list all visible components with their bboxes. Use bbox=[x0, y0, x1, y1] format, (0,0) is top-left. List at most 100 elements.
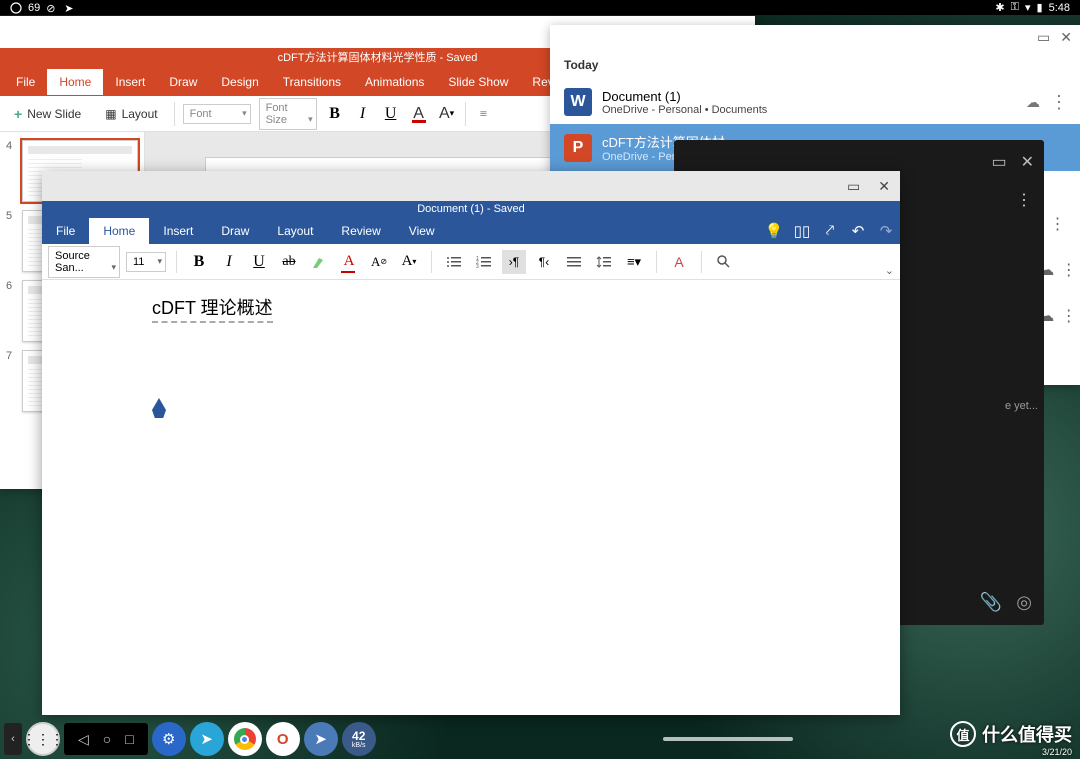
undo-icon[interactable]: ↶ bbox=[844, 222, 872, 240]
taskbar-chrome-icon[interactable] bbox=[228, 722, 262, 756]
word-window: ▭ ✕ Document (1) - Saved File Home Inser… bbox=[42, 171, 900, 715]
reading-icon[interactable]: ▯▯ bbox=[788, 222, 816, 240]
indent-ltr-button[interactable]: ¶‹ bbox=[532, 250, 556, 274]
taskbar-office-icon[interactable]: O bbox=[266, 722, 300, 756]
bold-button[interactable]: B bbox=[187, 250, 211, 274]
nav-recent-icon[interactable]: □ bbox=[125, 731, 133, 747]
ppt-tab-insert[interactable]: Insert bbox=[103, 69, 157, 95]
underline-button[interactable]: U bbox=[247, 250, 271, 274]
bullets-button[interactable] bbox=[442, 250, 466, 274]
text-cursor-handle[interactable] bbox=[152, 398, 166, 418]
word-tab-layout[interactable]: Layout bbox=[263, 218, 327, 244]
italic-button[interactable]: I bbox=[217, 250, 241, 274]
new-slide-label: New Slide bbox=[27, 107, 81, 121]
font-color-button[interactable]: A bbox=[409, 104, 429, 124]
word-tab-view[interactable]: View bbox=[395, 218, 449, 244]
status-battery-pct: 69 bbox=[28, 2, 40, 14]
ppt-tab-slideshow[interactable]: Slide Show bbox=[436, 69, 520, 95]
close-icon[interactable]: ✕ bbox=[1021, 152, 1034, 172]
word-tab-draw[interactable]: Draw bbox=[207, 218, 263, 244]
cloud-icon[interactable]: ☁ bbox=[1026, 94, 1040, 111]
camera-icon[interactable]: ◎ bbox=[1016, 592, 1032, 613]
underline-button[interactable]: U bbox=[381, 104, 401, 124]
gesture-handle[interactable] bbox=[663, 737, 793, 741]
font-color-button[interactable]: A bbox=[337, 250, 361, 274]
ribbon-expand-icon[interactable]: ⌄ bbox=[885, 264, 894, 277]
ppt-tab-file[interactable]: File bbox=[4, 69, 47, 95]
ppt-doc-icon: P bbox=[564, 134, 592, 162]
paragraph-button[interactable]: ≡▾ bbox=[622, 250, 646, 274]
thumb-number: 5 bbox=[6, 210, 16, 272]
apps-drawer-button[interactable]: ⋮⋮⋮ bbox=[26, 722, 60, 756]
minimize-icon[interactable]: ▭ bbox=[991, 152, 1006, 172]
ppt-tab-transitions[interactable]: Transitions bbox=[271, 69, 353, 95]
ribbon-separator bbox=[176, 251, 177, 273]
share-icon[interactable]: ⤤ bbox=[816, 222, 844, 239]
highlight-button[interactable] bbox=[307, 250, 331, 274]
taskbar-netspeed[interactable]: 42kB/s bbox=[342, 722, 376, 756]
restore-icon[interactable]: ▭ bbox=[847, 178, 860, 195]
more-icon[interactable]: ⋮ bbox=[1061, 306, 1077, 326]
more-icon[interactable]: ⋮ bbox=[1050, 93, 1066, 111]
word-page[interactable]: cDFT 理论概述 bbox=[42, 280, 900, 432]
word-tabs: File Home Insert Draw Layout Review View… bbox=[42, 217, 900, 244]
nav-back-icon[interactable]: ◁ bbox=[78, 731, 89, 748]
styles-button[interactable]: A bbox=[667, 250, 691, 274]
more-icon[interactable]: ⋮ bbox=[1061, 260, 1077, 280]
align-button[interactable] bbox=[562, 250, 586, 274]
bullets-button[interactable]: ≡ bbox=[474, 104, 494, 124]
bold-button[interactable]: B bbox=[325, 104, 345, 124]
font-dropdown[interactable]: Font bbox=[183, 104, 251, 124]
font-name-dropdown[interactable]: Source San... bbox=[48, 246, 120, 278]
search-button[interactable] bbox=[712, 250, 736, 274]
taskbar-send-icon[interactable]: ➤ bbox=[304, 722, 338, 756]
ppt-tab-design[interactable]: Design bbox=[209, 69, 270, 95]
close-icon[interactable]: ✕ bbox=[1060, 29, 1072, 46]
ppt-tab-home[interactable]: Home bbox=[47, 69, 103, 95]
word-tab-home[interactable]: Home bbox=[89, 218, 149, 244]
bluetooth-icon: ✱ bbox=[995, 1, 1004, 14]
word-tab-review[interactable]: Review bbox=[327, 218, 394, 244]
word-content-text[interactable]: cDFT 理论概述 bbox=[152, 294, 273, 323]
new-slide-button[interactable]: +New Slide bbox=[6, 102, 89, 126]
word-tab-file[interactable]: File bbox=[42, 218, 89, 244]
italic-button[interactable]: I bbox=[353, 104, 373, 124]
nav-home-icon[interactable]: ○ bbox=[103, 731, 111, 747]
recent-doc-word[interactable]: W Document (1) OneDrive - Personal • Doc… bbox=[550, 80, 1080, 124]
font-color-arrow[interactable]: A▾ bbox=[397, 250, 421, 274]
recent-title: Document (1) bbox=[602, 89, 1016, 104]
word-titlebar[interactable]: Document (1) - Saved bbox=[42, 201, 900, 217]
font-size-dropdown[interactable]: Font Size bbox=[259, 98, 317, 130]
line-spacing-button[interactable] bbox=[592, 250, 616, 274]
dnd-icon: ⊘ bbox=[46, 2, 58, 14]
status-time: 5:48 bbox=[1049, 2, 1070, 14]
ppt-tab-draw[interactable]: Draw bbox=[157, 69, 209, 95]
svg-text:3: 3 bbox=[476, 264, 479, 269]
font-size-dropdown[interactable]: 11 bbox=[126, 252, 166, 272]
lightbulb-icon[interactable]: 💡 bbox=[760, 222, 788, 240]
numbering-button[interactable]: 123 bbox=[472, 250, 496, 274]
word-tab-insert[interactable]: Insert bbox=[149, 218, 207, 244]
indent-rtl-button[interactable]: ›¶ bbox=[502, 250, 526, 274]
ribbon-separator bbox=[174, 102, 175, 126]
thumb-number: 7 bbox=[6, 350, 16, 412]
recent-sub: OneDrive - Personal • Documents bbox=[602, 104, 1016, 116]
close-icon[interactable]: ✕ bbox=[878, 178, 890, 195]
thumb-number: 4 bbox=[6, 140, 16, 202]
highlight-button[interactable]: A▾ bbox=[437, 104, 457, 124]
taskbar-telegram-icon[interactable]: ➤ bbox=[190, 722, 224, 756]
clear-format-button[interactable]: A⊘ bbox=[367, 250, 391, 274]
attach-icon[interactable]: 📎 bbox=[980, 592, 1002, 613]
more-icon[interactable]: ⋮ bbox=[1016, 190, 1032, 210]
taskbar-settings-icon[interactable]: ⚙ bbox=[152, 722, 186, 756]
taskbar-back[interactable]: ‹ bbox=[4, 723, 22, 755]
more-icon[interactable]: ⋮ bbox=[1050, 214, 1066, 234]
word-ribbon: Source San... 11 B I U ab A A⊘ A▾ 123 ›¶… bbox=[42, 244, 900, 280]
ppt-tab-animations[interactable]: Animations bbox=[353, 69, 436, 95]
layout-button[interactable]: ▦Layout bbox=[97, 103, 165, 125]
strike-button[interactable]: ab bbox=[277, 250, 301, 274]
minimize-icon[interactable]: ▭ bbox=[1037, 29, 1050, 46]
battery-icon: ▮ bbox=[1037, 1, 1043, 14]
redo-icon[interactable]: ↷ bbox=[872, 222, 900, 240]
speed-num: 42 bbox=[352, 730, 365, 742]
